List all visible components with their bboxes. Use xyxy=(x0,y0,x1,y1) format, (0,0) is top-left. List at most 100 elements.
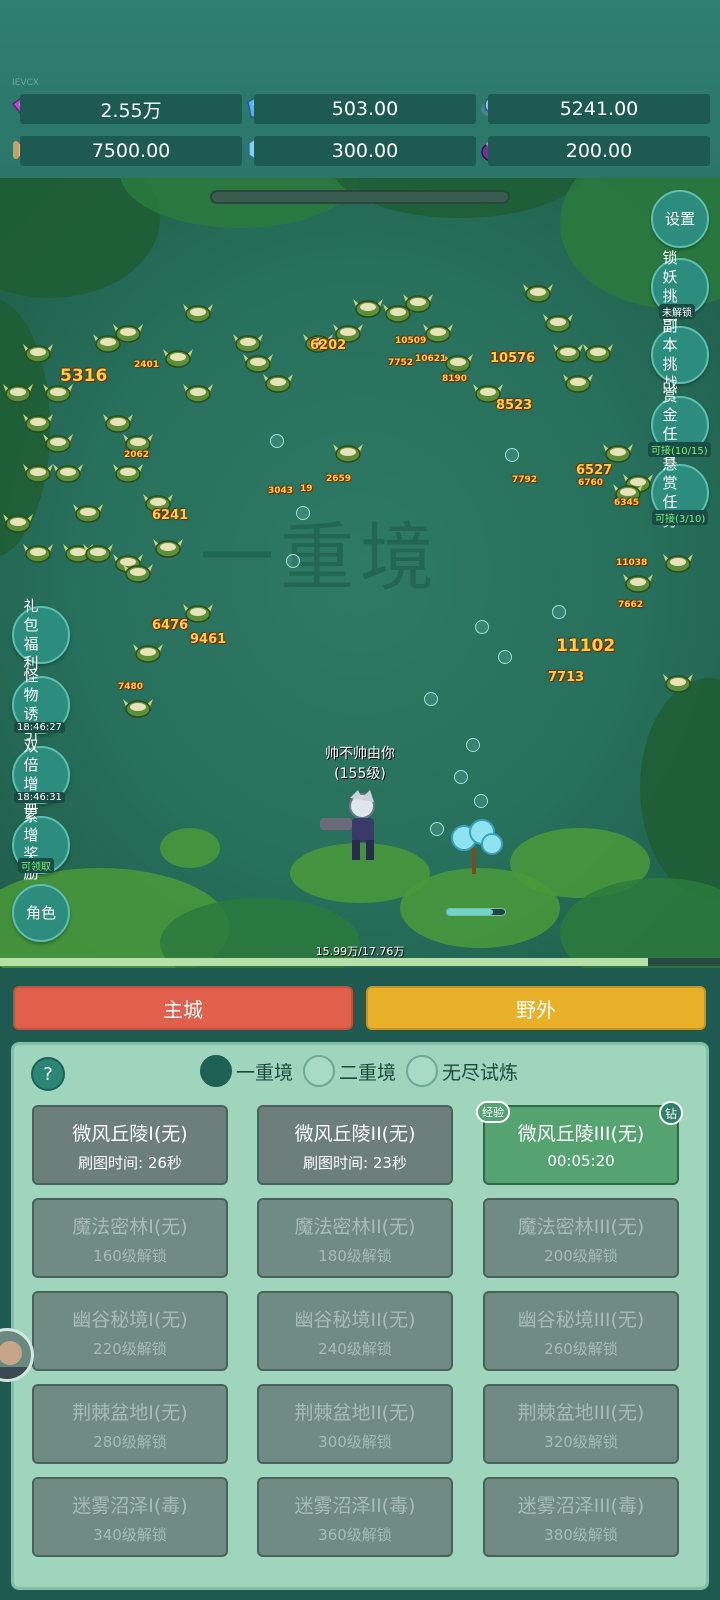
map-card: 荆棘盆地I(无) 280级解锁 xyxy=(32,1384,228,1464)
damage-number: 19 xyxy=(300,484,313,494)
map-subtitle: 360级解锁 xyxy=(318,1526,392,1544)
gift-pack-button[interactable]: 礼包福利 xyxy=(12,597,70,672)
monster-sprite xyxy=(20,538,56,564)
monster-sprite xyxy=(150,533,186,559)
map-card: 魔法密林I(无) 160级解锁 xyxy=(32,1198,228,1278)
map-subtitle: 300级解锁 xyxy=(318,1433,392,1451)
map-subtitle: 刷图时间: 23秒 xyxy=(303,1154,407,1172)
monster-sprite xyxy=(20,458,56,484)
damage-number: 3043 xyxy=(268,486,294,496)
player-name: 帅不帅由你 xyxy=(325,746,395,762)
settings-button[interactable]: 设置 xyxy=(651,190,709,248)
monster-sprite xyxy=(20,338,56,364)
monster-sprite xyxy=(40,428,76,454)
realm-option-2[interactable]: 二重境 xyxy=(303,1055,396,1087)
map-card: 迷雾沼泽II(毒) 360级解锁 xyxy=(257,1477,453,1557)
realm-option-1[interactable]: 一重境 xyxy=(200,1055,293,1087)
damage-number: 7792 xyxy=(512,475,538,485)
reward-task-status: 可接(3/10) xyxy=(652,510,709,525)
damage-number: 6202 xyxy=(310,338,347,353)
resource-scroll-value: 7500.00 xyxy=(20,136,242,166)
damage-number: 6476 xyxy=(152,618,189,633)
battle-field: 一重境 5316 2401 6202 10509 7752 10621 1057… xyxy=(0,178,720,968)
bubble-tree-icon xyxy=(451,819,503,874)
damage-number: 6527 xyxy=(576,463,613,478)
map-subtitle: 180级解锁 xyxy=(318,1247,392,1265)
monster-sprite xyxy=(660,668,696,694)
damage-number: 7662 xyxy=(618,600,644,610)
damage-number: 2659 xyxy=(326,474,352,484)
map-subtitle: 00:05:20 xyxy=(547,1152,615,1170)
main-city-tab[interactable]: 主城 xyxy=(13,986,353,1030)
map-subtitle: 刷图时间: 26秒 xyxy=(78,1154,182,1172)
monster-sprite xyxy=(620,568,656,594)
damage-number: 10576 xyxy=(490,351,536,366)
monster-sprite xyxy=(580,338,616,364)
monster-sprite xyxy=(110,458,146,484)
map-title: 微风丘陵I(无) xyxy=(72,1123,188,1145)
monster-sprite xyxy=(160,343,196,369)
map-title: 迷雾沼泽I(毒) xyxy=(72,1495,188,1517)
damage-number: 8523 xyxy=(496,398,533,413)
monster-sprite xyxy=(70,498,106,524)
exp-tag: 经验 xyxy=(476,1101,510,1123)
damage-number: 10621 xyxy=(415,354,447,364)
map-subtitle: 220级解锁 xyxy=(93,1340,167,1358)
map-card: 幽谷秘境III(无) 260级解锁 xyxy=(483,1291,679,1371)
monster-lure-timer: 18:46:27 xyxy=(14,722,65,733)
map-card[interactable]: 微风丘陵I(无) 刷图时间: 26秒 xyxy=(32,1105,228,1185)
double-boost-timer: 18:46:31 xyxy=(14,792,65,803)
damage-number: 11102 xyxy=(556,636,616,656)
map-subtitle: 160级解锁 xyxy=(93,1247,167,1265)
skill-charge-bar xyxy=(446,908,506,916)
wild-tab[interactable]: 野外 xyxy=(366,986,706,1030)
monster-sprite xyxy=(0,508,36,534)
map-title: 荆棘盆地III(无) xyxy=(517,1402,645,1424)
map-title: 迷雾沼泽II(毒) xyxy=(294,1495,416,1517)
map-title: 魔法密林I(无) xyxy=(72,1216,188,1238)
map-select-panel: ? 一重境 二重境 无尽试炼 微风丘陵I(无) 刷图时间: 26秒 微风丘陵II(无… xyxy=(11,1042,709,1590)
damage-number: 10509 xyxy=(395,336,427,346)
monster-sprite xyxy=(400,288,436,314)
game-screen: IEVCX 2.55万 503.00 5241.00 7500.00 300.0… xyxy=(0,0,720,1600)
damage-number: 6241 xyxy=(152,508,189,523)
map-card[interactable]: 微风丘陵II(无) 刷图时间: 23秒 xyxy=(257,1105,453,1185)
map-card: 魔法密林III(无) 200级解锁 xyxy=(483,1198,679,1278)
monster-sprite xyxy=(180,378,216,404)
map-subtitle: 280级解锁 xyxy=(93,1433,167,1451)
damage-number: 7713 xyxy=(548,670,585,685)
damage-number: 2062 xyxy=(124,450,150,460)
resource-pot-value: 200.00 xyxy=(488,136,710,166)
map-title: 迷雾沼泽III(毒) xyxy=(517,1495,645,1517)
player-character xyxy=(320,790,375,860)
map-card[interactable]: 微风丘陵III(无) 00:05:20 经验 钻 xyxy=(476,1101,683,1185)
realm-watermark: 一重境 xyxy=(200,515,440,601)
help-button[interactable]: ? xyxy=(31,1057,65,1091)
monster-sprite xyxy=(330,438,366,464)
monster-sprite xyxy=(130,638,166,664)
map-title: 荆棘盆地II(无) xyxy=(294,1402,416,1424)
map-card: 荆棘盆地II(无) 300级解锁 xyxy=(257,1384,453,1464)
monster-sprite xyxy=(560,368,596,394)
damage-number: 5316 xyxy=(60,366,108,386)
map-card: 魔法密林II(无) 180级解锁 xyxy=(257,1198,453,1278)
character-button[interactable]: 角色 xyxy=(12,884,70,942)
map-title: 魔法密林II(无) xyxy=(294,1216,416,1238)
monster-sprite xyxy=(600,438,636,464)
dungeon-challenge-button[interactable]: 副本挑战 xyxy=(651,317,709,392)
resource-crystal-value: 503.00 xyxy=(254,94,476,124)
resource-ice-value: 300.00 xyxy=(254,136,476,166)
realm-option-endless[interactable]: 无尽试炼 xyxy=(406,1055,518,1087)
damage-number: 6760 xyxy=(578,478,604,488)
map-title: 幽谷秘境II(无) xyxy=(294,1309,416,1331)
damage-number: 9461 xyxy=(190,632,227,647)
map-subtitle: 320级解锁 xyxy=(544,1433,618,1451)
monster-sprite xyxy=(180,298,216,324)
exp-bar xyxy=(0,958,720,966)
map-card: 迷雾沼泽III(毒) 380级解锁 xyxy=(483,1477,679,1557)
monster-sprite xyxy=(260,368,296,394)
damage-number: 2401 xyxy=(134,360,160,370)
map-title: 荆棘盆地I(无) xyxy=(72,1402,188,1424)
damage-number: 7752 xyxy=(388,358,414,368)
map-card: 荆棘盆地III(无) 320级解锁 xyxy=(483,1384,679,1464)
